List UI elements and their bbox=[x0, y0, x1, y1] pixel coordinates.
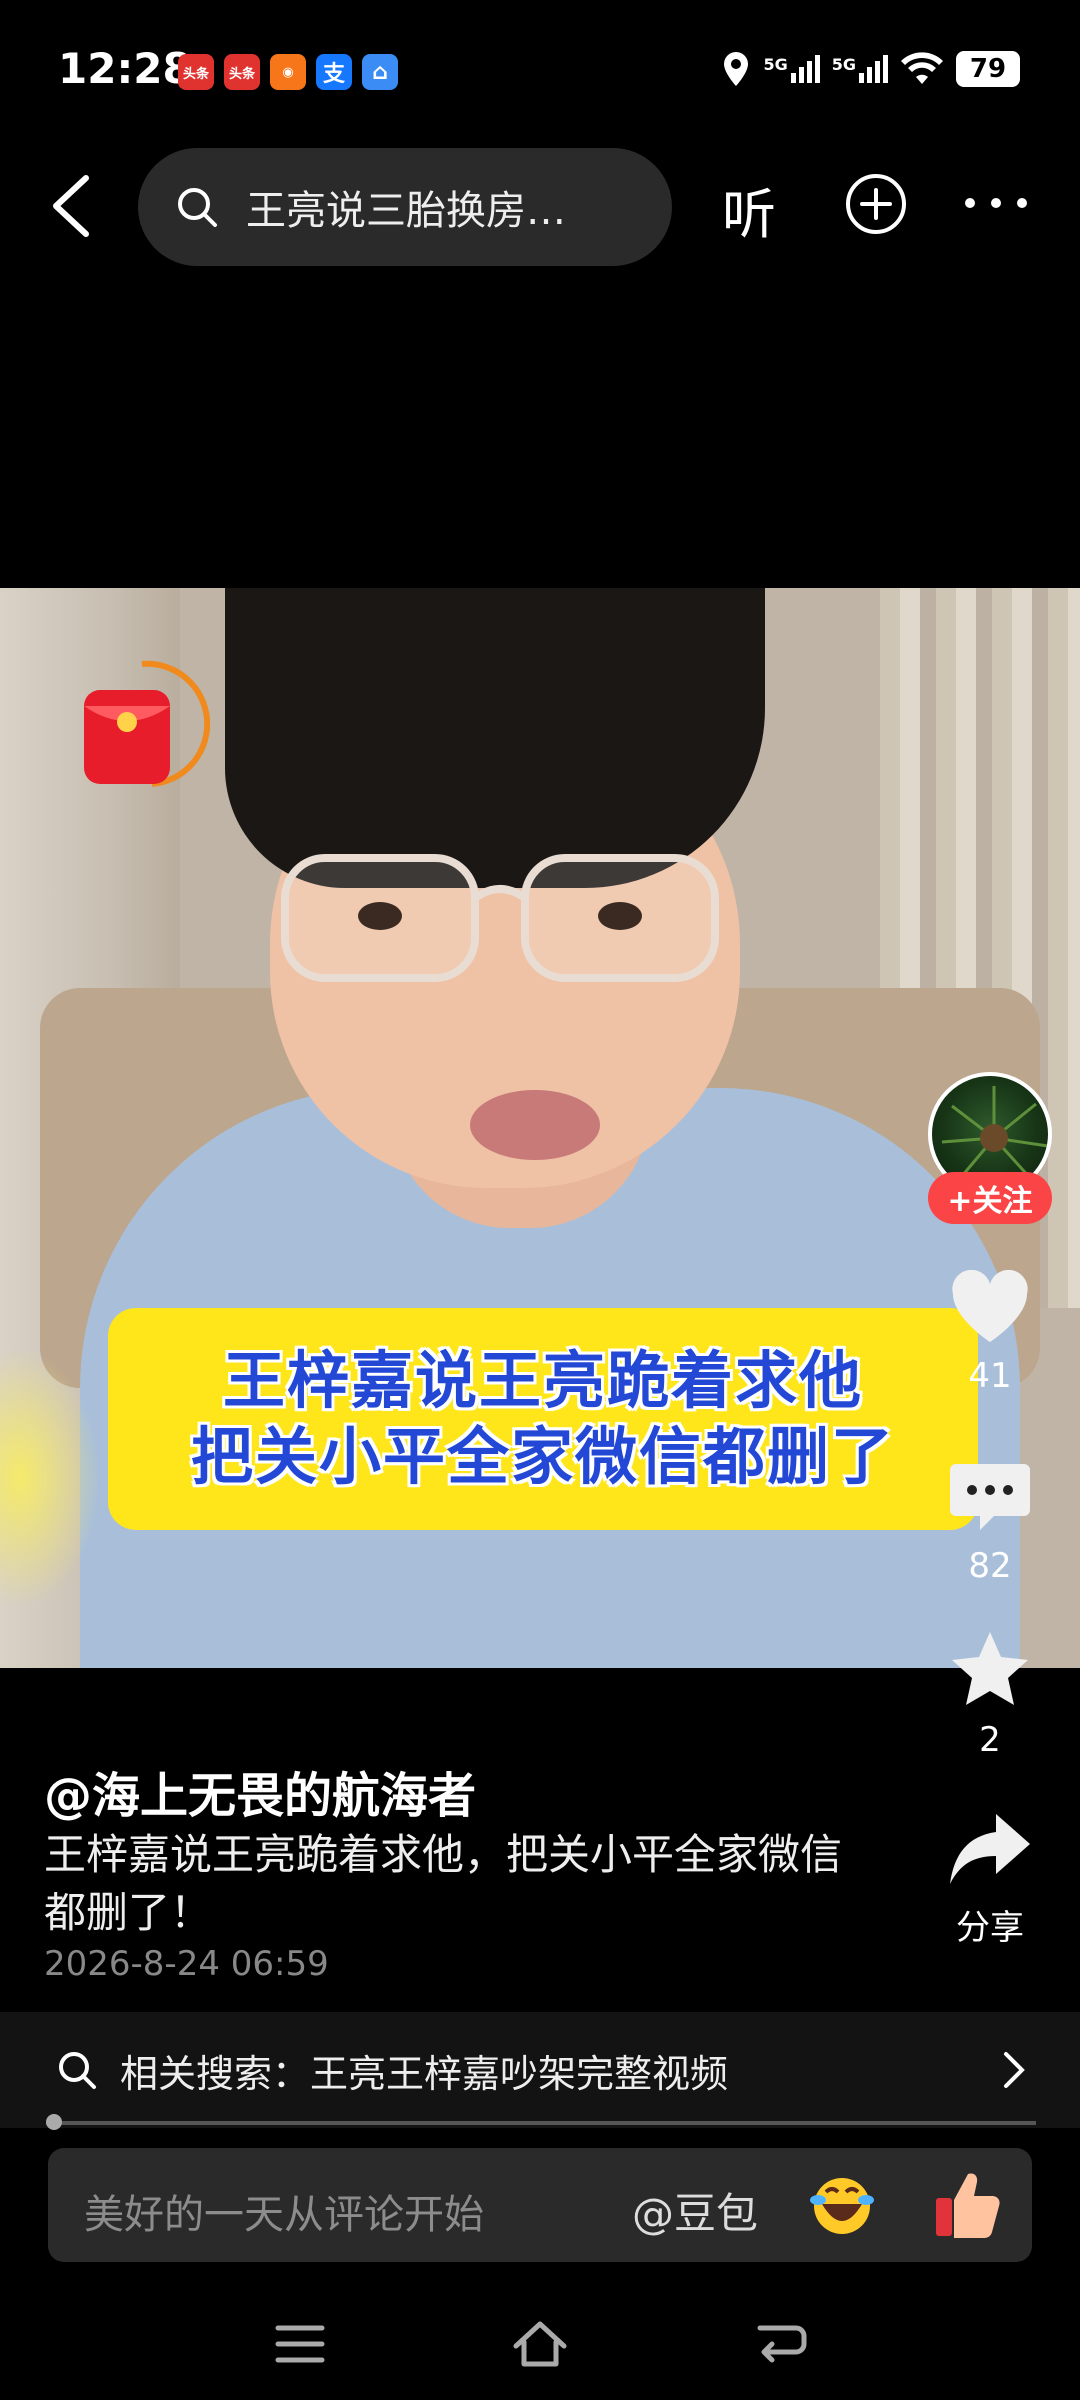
like-count: 41 bbox=[968, 1356, 1012, 1396]
toutiao-notification-icon-2: 头条 bbox=[224, 54, 260, 90]
progress-handle[interactable] bbox=[46, 2114, 62, 2130]
video-description: 王梓嘉说王亮跪着求他，把关小平全家微信都删了！ bbox=[44, 1830, 843, 1937]
share-button[interactable]: 分享 bbox=[930, 1810, 1050, 1949]
favorite-count: 2 bbox=[979, 1720, 1001, 1760]
comment-icon bbox=[950, 1464, 1030, 1530]
comment-input[interactable]: 美好的一天从评论开始 @豆包 bbox=[48, 2148, 1032, 2262]
video-progress-bar[interactable] bbox=[46, 2121, 1036, 2125]
chevron-right-icon bbox=[1004, 2052, 1025, 2088]
comment-button[interactable]: 82 bbox=[930, 1460, 1050, 1586]
video-person-hair bbox=[225, 588, 765, 888]
search-query: 王亮说三胎换房… bbox=[246, 188, 566, 234]
video-glow bbox=[0, 1348, 100, 1608]
caption-line-2: 把关小平全家微信都删了 bbox=[190, 1420, 895, 1493]
location-icon bbox=[724, 52, 749, 86]
search-icon bbox=[178, 188, 217, 227]
post-date: 2026-8-24 06:59 bbox=[44, 1944, 329, 1984]
favorite-button[interactable]: 2 bbox=[930, 1630, 1050, 1760]
more-icon[interactable] bbox=[960, 178, 1032, 228]
author-name[interactable]: @海上无畏的航海者 bbox=[44, 1756, 476, 1826]
like-button[interactable]: 41 bbox=[930, 1269, 1050, 1396]
add-circle-icon[interactable] bbox=[844, 172, 908, 236]
alipay-notification-icon: 支 bbox=[316, 54, 352, 90]
laughing-emoji-icon[interactable] bbox=[808, 2170, 876, 2238]
battery-indicator: 79 bbox=[956, 51, 1020, 87]
status-bar: 12:28 头条 头条 ◉ 支 ⌂ 5G 5G 79 bbox=[0, 0, 1080, 130]
listen-button[interactable]: 听 bbox=[722, 170, 776, 249]
wifi-icon bbox=[901, 52, 943, 84]
red-envelope-icon[interactable] bbox=[80, 650, 210, 800]
back-icon[interactable] bbox=[42, 170, 102, 242]
signal-label: 5G bbox=[763, 55, 788, 74]
search-icon bbox=[59, 2052, 96, 2089]
related-search-text: 相关搜索：王亮王梓嘉吵架完整视频 bbox=[120, 2051, 729, 2096]
toutiao-notification-icon: 头条 bbox=[178, 54, 214, 90]
share-label: 分享 bbox=[956, 1908, 1024, 1948]
comment-placeholder: 美好的一天从评论开始 bbox=[84, 2192, 484, 2238]
follow-button[interactable]: +关注 bbox=[928, 1172, 1052, 1224]
notification-icons: 头条 头条 ◉ 支 ⌂ bbox=[178, 54, 398, 90]
caption-line-1: 王梓嘉说王亮跪着求他 bbox=[222, 1344, 863, 1417]
related-search-bar[interactable]: 相关搜索：王亮王梓嘉吵架完整视频 bbox=[0, 2012, 1080, 2128]
mention-doubao-button[interactable]: @豆包 bbox=[632, 2180, 758, 2241]
search-bar[interactable]: 王亮说三胎换房… bbox=[138, 148, 672, 266]
thumbs-up-emoji-icon[interactable] bbox=[932, 2166, 1002, 2240]
menu-icon[interactable] bbox=[270, 2316, 330, 2372]
heart-icon bbox=[952, 1269, 1028, 1342]
home-icon[interactable] bbox=[510, 2316, 570, 2372]
signal-5g-icon: 5G bbox=[763, 55, 820, 83]
app-notification-icon-2: ⌂ bbox=[362, 54, 398, 90]
status-time: 12:28 bbox=[58, 44, 192, 93]
system-nav-bar bbox=[0, 2280, 1080, 2400]
video-caption: 王梓嘉说王亮跪着求他 把关小平全家微信都删了 bbox=[108, 1308, 978, 1530]
star-icon bbox=[952, 1632, 1028, 1705]
app-notification-icon: ◉ bbox=[270, 54, 306, 90]
share-icon bbox=[950, 1814, 1030, 1884]
comment-count: 82 bbox=[968, 1546, 1012, 1586]
video-person-mouth bbox=[470, 1090, 600, 1160]
back-nav-icon[interactable] bbox=[750, 2316, 810, 2372]
video-person-glasses bbox=[281, 854, 719, 982]
status-indicators: 5G 5G 79 bbox=[721, 50, 1020, 88]
signal-label-2: 5G bbox=[831, 55, 856, 74]
signal-5g-icon-2: 5G bbox=[832, 55, 888, 83]
